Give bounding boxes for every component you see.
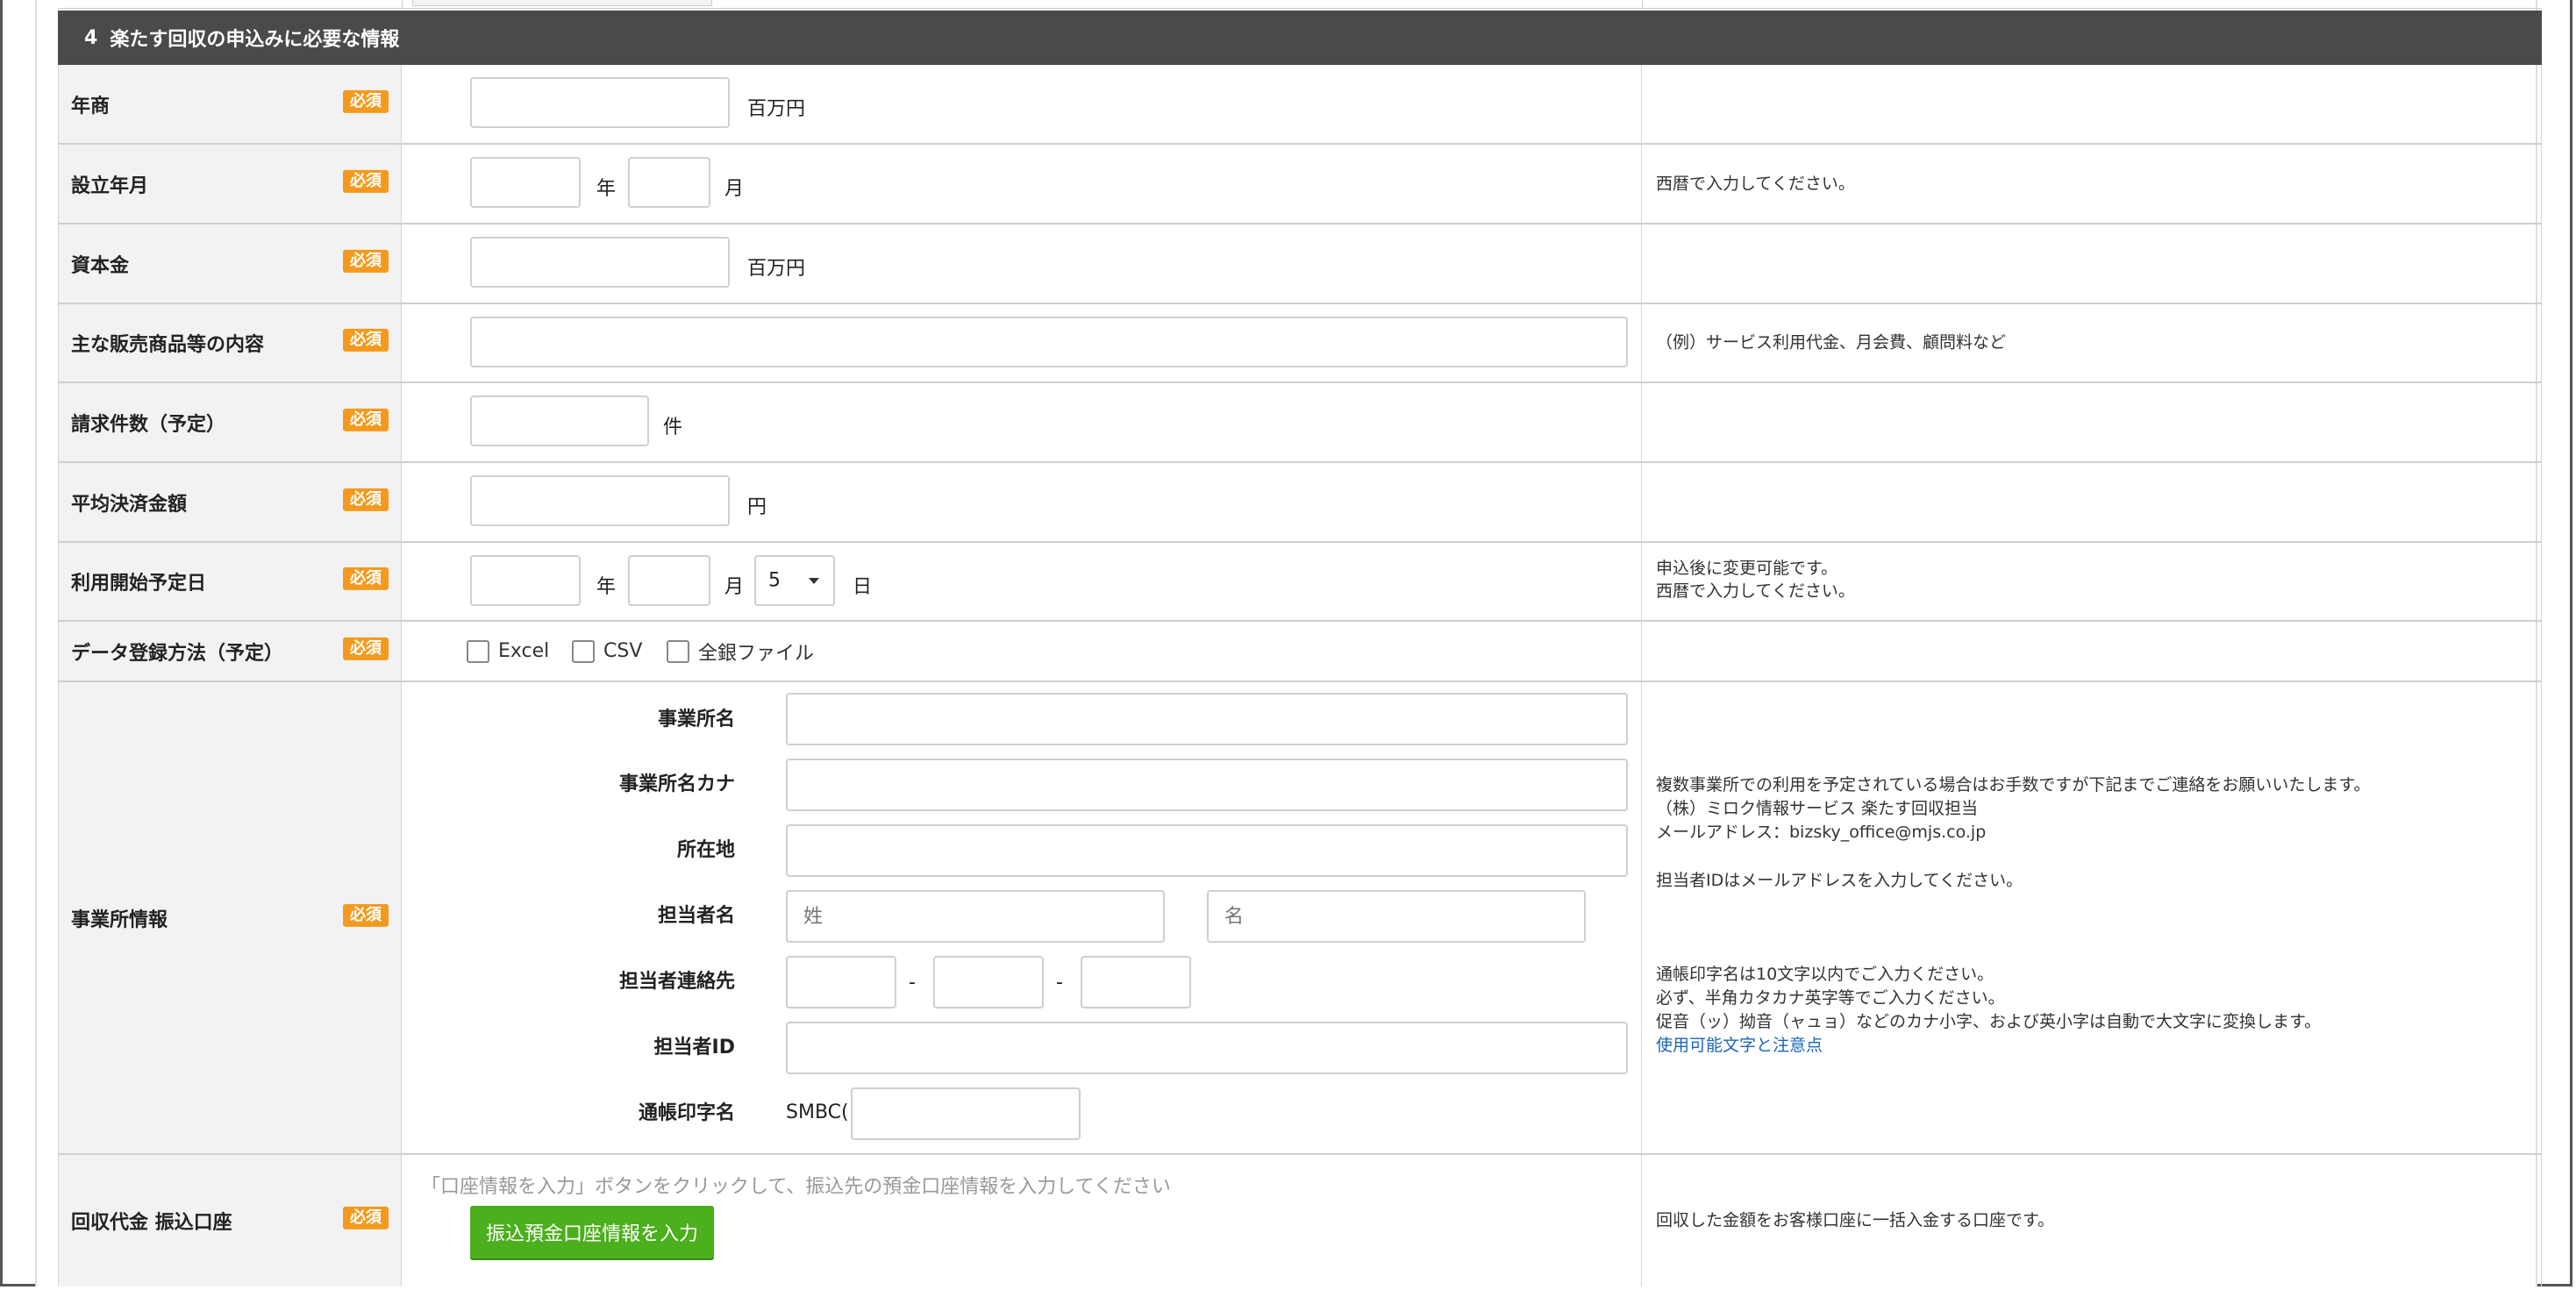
billing-count-input[interactable] (470, 396, 649, 446)
main-products-note: （例）サービス利用代金、月会費、顧問料など (1656, 332, 2007, 353)
required-badge: 必須 (343, 1206, 389, 1229)
main-products-input[interactable] (470, 317, 1628, 367)
bank-hint: 「口座情報を入力」ボタンをクリックして、振込先の預金口座情報を入力してください (421, 1176, 1171, 1198)
unit-month: 月 (724, 576, 745, 598)
start-month-input[interactable] (628, 555, 710, 606)
avg-amount-input[interactable] (470, 475, 730, 526)
label-person-name: 担当者名 (657, 905, 735, 927)
label-office-info: 事業所情報 (71, 909, 168, 931)
checkbox-box[interactable] (572, 639, 595, 663)
label-person-id: 担当者ID (653, 1037, 735, 1058)
usable-characters-link[interactable]: 使用可能文字と注意点 (1656, 1036, 1823, 1055)
phone-part2-input[interactable] (933, 956, 1044, 1008)
office-note-5: 通帳印字名は10文字以内でご入力ください。 (1656, 965, 1994, 984)
required-badge: 必須 (343, 89, 389, 113)
start-year-input[interactable] (470, 555, 581, 606)
required-badge: 必須 (343, 169, 389, 193)
start-day-select[interactable]: 5 (754, 555, 835, 606)
established-year-input[interactable] (470, 157, 581, 208)
label-passbook-name: 通帳印字名 (638, 1102, 735, 1124)
required-badge: 必須 (343, 488, 389, 511)
label-capital: 資本金 (71, 254, 130, 277)
office-kana-input[interactable] (786, 759, 1628, 811)
row-avg-amount: 平均決済金額 必須 円 (58, 463, 2542, 543)
label-office-kana: 事業所名カナ (618, 773, 735, 795)
label-data-method: データ登録方法（予定） (71, 642, 284, 665)
unit-count: 件 (663, 417, 683, 438)
label-start-date: 利用開始予定日 (71, 573, 207, 595)
row-office-info: 事業所情報 必須 事業所名 事業所名カナ 所在地 担当者名 担当者連絡先 - -… (58, 682, 2542, 1155)
office-note-7: 促音（ッ）拗音（ャュョ）などのカナ小字、および英小字は自動で大文字に変換します。 (1656, 1012, 2322, 1031)
phone-separator: - (909, 972, 916, 994)
annual-sales-input[interactable] (470, 77, 730, 128)
previous-row-edge (58, 0, 2542, 9)
passbook-prefix: SMBC( (786, 1101, 849, 1123)
label-main-products: 主な販売商品等の内容 (71, 334, 265, 356)
checkbox-csv[interactable]: CSV (572, 639, 642, 663)
label-person-contact: 担当者連絡先 (618, 971, 735, 993)
unit-million-yen: 百万円 (747, 258, 806, 280)
label-established: 設立年月 (71, 175, 149, 197)
label-office-address: 所在地 (676, 839, 735, 861)
phone-separator: - (1056, 972, 1063, 994)
unit-month: 月 (724, 178, 745, 200)
required-badge: 必須 (343, 903, 389, 927)
person-id-input[interactable] (786, 1022, 1628, 1074)
checkbox-excel[interactable]: Excel (467, 639, 549, 663)
office-note-4: 担当者IDはメールアドレスを入力してください。 (1656, 871, 2023, 890)
start-date-note-1: 申込後に変更可能です。 (1656, 559, 1838, 578)
bank-note: 回収した金額をお客様口座に一括入金する口座です。 (1656, 1210, 2055, 1230)
office-note-6: 必ず、半角カタカナ英字等でご入力ください。 (1656, 988, 2005, 1008)
row-data-method: データ登録方法（予定） 必須 Excel CSV 全銀ファイル (58, 622, 2542, 682)
row-annual-sales: 年商 必須 百万円 (58, 65, 2542, 145)
unit-day: 日 (853, 576, 873, 598)
chevron-down-icon (809, 578, 819, 584)
start-day-value: 5 (768, 569, 781, 592)
phone-part1-input[interactable] (786, 956, 896, 1008)
row-main-products: 主な販売商品等の内容 必須 （例）サービス利用代金、月会費、顧問料など (58, 304, 2542, 383)
label-avg-amount: 平均決済金額 (71, 493, 188, 516)
established-note: 西暦で入力してください。 (1656, 174, 1855, 193)
start-date-note-2: 西暦で入力してください。 (1656, 581, 1855, 601)
unit-million-yen: 百万円 (747, 98, 806, 120)
phone-part3-input[interactable] (1081, 956, 1191, 1008)
passbook-name-input[interactable] (851, 1087, 1081, 1140)
checkbox-zengin-file[interactable]: 全銀ファイル (667, 638, 814, 666)
label-office-name: 事業所名 (657, 709, 735, 731)
required-badge: 必須 (343, 637, 389, 660)
established-month-input[interactable] (628, 157, 710, 208)
row-established: 設立年月 必須 年 月 西暦で入力してください。 (58, 145, 2542, 225)
checkbox-box[interactable] (667, 639, 689, 663)
label-bank-account: 回収代金 振込口座 (71, 1212, 232, 1234)
row-capital: 資本金 必須 百万円 (58, 225, 2542, 304)
usable-characters-link-wrap: 使用可能文字と注意点 (1656, 1034, 1823, 1058)
office-note-1: 複数事業所での利用を予定されている場合はお手数ですが下記までご連絡をお願いいたし… (1656, 775, 2371, 795)
label-billing-count: 請求件数（予定） (71, 413, 226, 436)
section-number: 4 (84, 26, 98, 49)
row-billing-count: 請求件数（予定） 必須 件 (58, 383, 2542, 463)
required-badge: 必須 (343, 249, 389, 273)
row-bank-account: 回収代金 振込口座 必須 「口座情報を入力」ボタンをクリックして、振込先の預金口… (58, 1155, 2542, 1286)
unit-year: 年 (596, 178, 617, 200)
office-address-input[interactable] (786, 824, 1628, 877)
office-note-2: （株）ミロク情報サービス 楽たす回収担当 (1656, 799, 1979, 818)
section-header: 4 楽たす回収の申込みに必要な情報 (58, 11, 2542, 65)
required-badge: 必須 (343, 328, 389, 352)
office-note-3: メールアドレス：bizsky_office@mjs.co.jp (1656, 823, 1987, 842)
label-annual-sales: 年商 (71, 95, 111, 118)
section-title: 楽たす回収の申込みに必要な情報 (110, 29, 400, 51)
first-name-input[interactable] (1207, 890, 1586, 943)
unit-year: 年 (596, 576, 617, 598)
last-name-input[interactable] (786, 890, 1165, 943)
row-start-date: 利用開始予定日 必須 年 月 5 日 申込後に変更可能です。 西暦で入力してくだ… (58, 543, 2542, 622)
unit-yen: 円 (747, 496, 767, 518)
enter-bank-account-button[interactable]: 振込預金口座情報を入力 (470, 1206, 715, 1258)
office-name-input[interactable] (786, 693, 1628, 745)
checkbox-box[interactable] (467, 639, 489, 663)
required-badge: 必須 (343, 408, 389, 431)
required-badge: 必須 (343, 567, 389, 590)
capital-input[interactable] (470, 237, 730, 288)
